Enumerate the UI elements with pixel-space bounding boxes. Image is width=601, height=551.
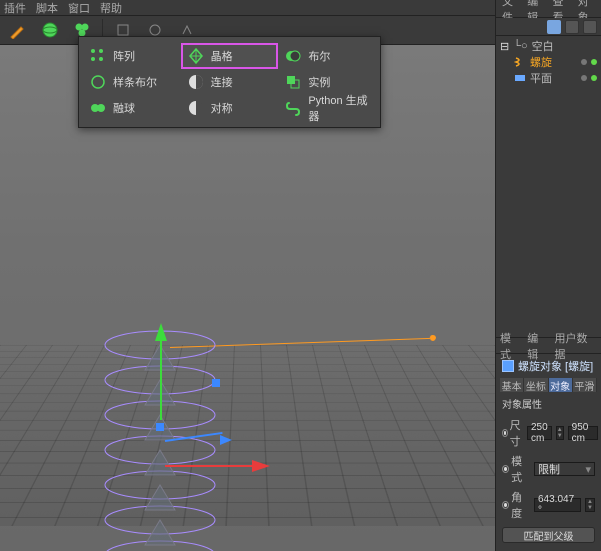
prop-size: 尺寸 250 cm ▲▼ 950 cm xyxy=(496,415,601,451)
spinner-icon[interactable]: ▲▼ xyxy=(556,426,564,440)
array-icon xyxy=(89,47,107,65)
om-search-icon[interactable] xyxy=(565,20,579,34)
attr-menu-item[interactable]: 编辑 xyxy=(527,330,548,362)
angle-input[interactable]: 643.047 ° xyxy=(534,498,581,512)
om-toolbar xyxy=(496,18,601,36)
generators-popup: 阵列 晶格 布尔 样条布尔 连接 实例 融球 对称 xyxy=(78,36,381,128)
menu-item[interactable]: 插件 xyxy=(4,0,26,16)
object-hierarchy[interactable]: ⊟ └○ 空白 螺旋 平面 xyxy=(496,36,601,90)
generator-label: 连接 xyxy=(211,74,233,90)
object-manager-menu: 文件 编辑 查看 对象 xyxy=(496,0,601,18)
hierarchy-item-helix[interactable]: 螺旋 xyxy=(500,54,597,70)
axis-x-line xyxy=(165,465,253,467)
radio-icon[interactable] xyxy=(502,465,509,473)
generator-label: 布尔 xyxy=(308,48,330,64)
generator-label: 阵列 xyxy=(113,48,135,64)
menu-item[interactable]: 窗口 xyxy=(68,0,90,16)
axis-z-arrow-icon[interactable] xyxy=(220,435,232,445)
fit-to-parent-button[interactable]: 匹配到父级 xyxy=(502,527,595,543)
floor-grid xyxy=(0,345,495,526)
right-dock: 文件 编辑 查看 对象 ⊟ └○ 空白 螺旋 平面 xyxy=(495,0,601,551)
scale-handle-icon[interactable] xyxy=(212,379,220,387)
menu-item[interactable]: 帮助 xyxy=(100,0,122,16)
prop-angle: 角度 643.047 ° ▲▼ xyxy=(496,487,601,523)
generator-label: 对称 xyxy=(211,100,233,116)
attr-menu-item[interactable]: 模式 xyxy=(500,330,521,362)
size-a-input[interactable]: 250 cm xyxy=(527,426,552,440)
axis-y-arrow-icon[interactable] xyxy=(155,323,167,341)
section-title: 对象属性 xyxy=(496,392,601,415)
spinner-icon[interactable]: ▲▼ xyxy=(585,498,595,512)
plane-icon xyxy=(514,72,526,84)
object-manager-empty xyxy=(496,90,601,337)
tab-basic[interactable]: 基本 xyxy=(500,378,524,392)
generator-connect[interactable]: 连接 xyxy=(181,69,279,95)
render-dot-icon[interactable] xyxy=(591,75,597,81)
generator-spline-mask[interactable]: 样条布尔 xyxy=(83,69,181,95)
generator-lattice[interactable]: 晶格 xyxy=(181,43,279,69)
menu-item[interactable]: 脚本 xyxy=(36,0,58,16)
object-label: 平面 xyxy=(530,70,552,86)
axis-x-arrow-icon[interactable] xyxy=(252,460,270,472)
python-icon xyxy=(284,99,302,117)
attr-title-text: 螺旋对象 [螺旋] xyxy=(518,358,593,374)
mode-dropdown[interactable]: 限制▾ xyxy=(534,462,595,476)
connect-icon xyxy=(187,73,205,91)
generator-array[interactable]: 阵列 xyxy=(83,43,181,69)
generator-label: 融球 xyxy=(113,100,135,116)
helix-icon xyxy=(514,56,526,68)
om-filter-icon[interactable] xyxy=(547,20,561,34)
instance-icon xyxy=(284,73,302,91)
metaball-icon xyxy=(89,99,107,117)
radio-icon[interactable] xyxy=(502,429,508,437)
attr-menu: 模式 编辑 用户数据 xyxy=(496,338,601,354)
generator-label: 实例 xyxy=(308,74,330,90)
tool-pen-icon[interactable] xyxy=(4,17,32,43)
prop-mode: 模式 限制▾ xyxy=(496,451,601,487)
scale-handle-icon[interactable] xyxy=(156,423,164,431)
visibility-dot-icon[interactable] xyxy=(581,75,587,81)
size-b-input[interactable]: 950 cm xyxy=(568,426,598,440)
prop-label: 尺寸 xyxy=(502,417,523,449)
render-dot-icon[interactable] xyxy=(591,59,597,65)
object-type-icon xyxy=(502,360,514,372)
generator-label: 样条布尔 xyxy=(113,74,157,90)
generator-boole[interactable]: 布尔 xyxy=(278,43,376,69)
tab-object[interactable]: 对象 xyxy=(549,378,573,392)
om-eye-icon[interactable] xyxy=(583,20,597,34)
generator-python[interactable]: Python 生成器 xyxy=(278,95,376,121)
generator-metaball[interactable]: 融球 xyxy=(83,95,181,121)
axis-y-line xyxy=(160,340,162,420)
hierarchy-item-null[interactable]: ⊟ └○ 空白 xyxy=(500,38,597,54)
symmetry-icon xyxy=(187,99,205,117)
tab-coord[interactable]: 坐标 xyxy=(524,378,548,392)
prop-label: 模式 xyxy=(502,453,530,485)
object-label: 螺旋 xyxy=(530,54,552,70)
expand-toggle-icon[interactable]: ⊟ xyxy=(500,40,509,53)
tab-phong[interactable]: 平滑 xyxy=(573,378,597,392)
generator-label: Python 生成器 xyxy=(308,92,376,124)
generator-symmetry[interactable]: 对称 xyxy=(181,95,279,121)
hierarchy-item-plane[interactable]: 平面 xyxy=(500,70,597,86)
attr-menu-item[interactable]: 用户数据 xyxy=(555,330,598,362)
object-label: 空白 xyxy=(532,38,554,54)
prop-label: 角度 xyxy=(502,489,530,521)
generator-label: 晶格 xyxy=(211,48,233,64)
spline-mask-icon xyxy=(89,73,107,91)
radio-icon[interactable] xyxy=(502,501,509,509)
attr-tabs: 基本 坐标 对象 平滑 xyxy=(496,378,601,392)
lattice-icon xyxy=(187,47,205,65)
null-icon: └○ xyxy=(513,40,527,52)
attribute-manager: 模式 编辑 用户数据 螺旋对象 [螺旋] 基本 坐标 对象 平滑 对象属性 尺寸… xyxy=(496,337,601,551)
boole-icon xyxy=(284,47,302,65)
visibility-dot-icon[interactable] xyxy=(581,59,587,65)
tool-sphere-icon[interactable] xyxy=(36,17,64,43)
